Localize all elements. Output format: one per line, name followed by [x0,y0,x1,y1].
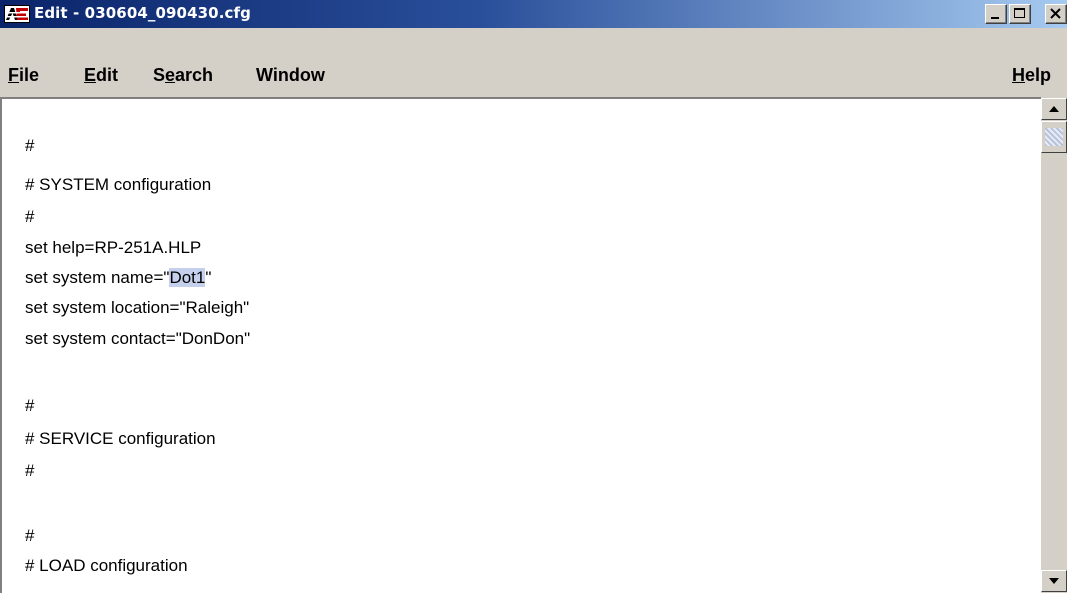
menu-edit-mnemonic: E [84,65,97,85]
title-bar[interactable]: Edit - 030604_090430.cfg [0,0,1067,28]
editor-line[interactable]: # [25,136,34,156]
maximize-button[interactable] [1009,4,1031,24]
editor-line[interactable]: set system location="Raleigh" [25,298,249,318]
scrollbar-thumb[interactable] [1041,121,1067,153]
minimize-button[interactable] [985,4,1007,24]
editor-line-text-after: " [205,268,212,287]
menu-window[interactable]: Window [256,65,325,86]
editor-window: Edit - 030604_090430.cfg File Edit Searc… [0,0,1067,593]
close-icon [1050,8,1061,19]
editor-line[interactable]: set system name="Dot1" [25,268,211,288]
editor-line[interactable]: # SERVICE configuration [25,429,216,449]
menu-search-label: arch [175,65,214,85]
menu-edit[interactable]: Edit [84,65,118,86]
close-button[interactable] [1045,4,1067,24]
maximize-icon [1014,8,1025,18]
menu-search[interactable]: Search [153,65,213,86]
editor-line[interactable]: set system contact="DonDon" [25,329,250,349]
arrow-down-icon [1049,578,1059,584]
scroll-down-button[interactable] [1041,570,1067,592]
minimize-icon [991,17,999,19]
editor-line[interactable]: set help=RP-251A.HLP [25,238,201,258]
selected-text[interactable]: Dot1 [169,268,206,287]
menu-search-prefix: S [153,65,166,85]
menu-file[interactable]: File [8,65,39,86]
scrollbar-grip-icon [1045,128,1063,146]
menu-help-label: elp [1025,65,1052,85]
arrow-up-icon [1049,106,1059,112]
menu-edit-label: dit [96,65,119,85]
editor-line[interactable]: # SYSTEM configuration [25,175,211,195]
editor-line[interactable]: # [25,207,34,227]
menu-file-mnemonic: F [8,65,19,85]
menu-help[interactable]: Help [1012,65,1051,86]
ae-logo-icon[interactable] [4,5,30,23]
vertical-scrollbar[interactable] [1041,97,1067,593]
menu-file-label: ile [19,65,40,85]
window-title: Edit - 030604_090430.cfg [34,4,251,22]
menu-help-mnemonic: H [1012,65,1025,85]
scroll-up-button[interactable] [1041,98,1067,120]
editor-line-text: set system name=" [25,268,170,287]
editor-line[interactable]: # [25,396,34,416]
menu-search-mnemonic: e [165,65,176,85]
menubar-spacer [0,28,1067,58]
editor-line[interactable]: # LOAD configuration [25,556,188,576]
editor-line[interactable]: # [25,461,34,481]
editor-line[interactable]: # [25,526,34,546]
